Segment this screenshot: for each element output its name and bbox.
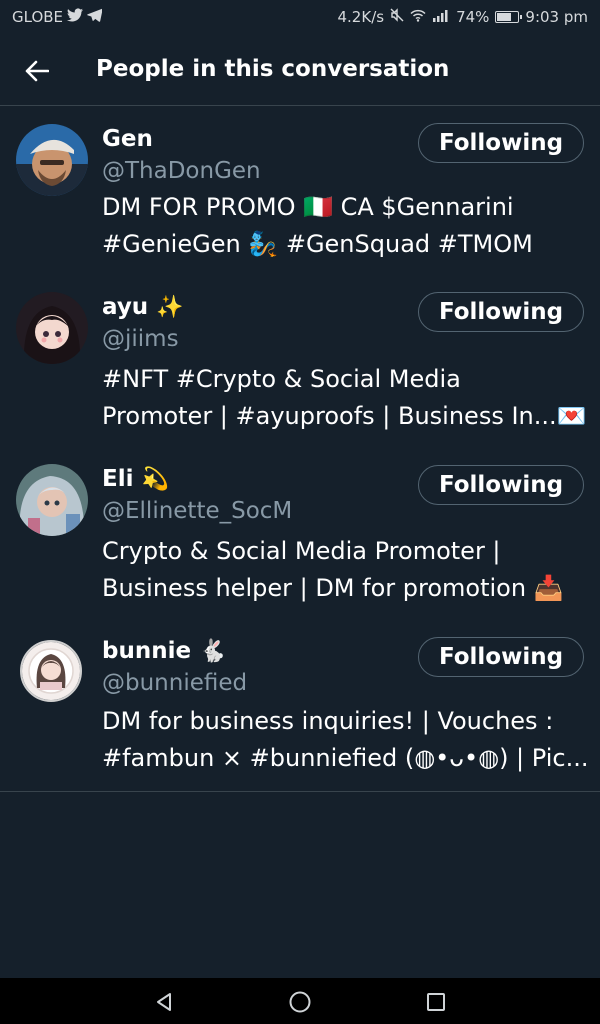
wifi-icon xyxy=(410,9,426,26)
bio-line: Crypto & Social Media Promoter | xyxy=(102,537,501,565)
display-name: bunnie xyxy=(102,638,192,664)
person-row-bunnie[interactable]: bunnie 🐇 @bunniefied Following DM for bu… xyxy=(0,622,600,790)
rabbit-icon: 🐇 xyxy=(199,638,227,664)
avatar[interactable] xyxy=(16,124,88,196)
clock: 9:03 pm xyxy=(525,8,588,26)
telegram-notification-icon xyxy=(87,8,103,26)
following-button[interactable]: Following xyxy=(418,123,584,163)
name-line: bunnie 🐇 xyxy=(102,638,226,664)
person-row-gen[interactable]: Gen @ThaDonGen Following DM FOR PROMO 🇮🇹… xyxy=(0,106,600,278)
twitter-notification-icon xyxy=(67,8,84,26)
name-line: Gen xyxy=(102,126,153,152)
display-name: Eli xyxy=(102,466,134,492)
back-arrow-icon xyxy=(25,60,49,82)
bio-line: #fambun × #bunniefied (◍•ᴗ•◍) | Pic... xyxy=(102,744,588,772)
name-line: Eli 💫 xyxy=(102,466,169,492)
back-button[interactable] xyxy=(16,50,58,92)
username: @ThaDonGen xyxy=(102,158,261,184)
person-row-eli[interactable]: Eli 💫 @Ellinette_SocM Following Crypto &… xyxy=(0,450,600,622)
bio: DM FOR PROMO 🇮🇹 CA $Gennarini #GenieGen … xyxy=(102,189,588,263)
username: @bunniefied xyxy=(102,670,248,696)
avatar[interactable] xyxy=(16,464,88,536)
battery-percent: 74% xyxy=(456,8,490,26)
bio-line: #NFT #Crypto & Social Media xyxy=(102,365,461,393)
nav-back-button[interactable] xyxy=(150,988,178,1016)
display-name: ayu xyxy=(102,294,149,320)
avatar[interactable] xyxy=(20,640,82,702)
username: @Ellinette_SocM xyxy=(102,498,293,524)
following-button[interactable]: Following xyxy=(418,292,584,332)
bio: DM for business inquiries! | Vouches : #… xyxy=(102,703,588,777)
square-recents-icon xyxy=(427,993,445,1011)
carrier-label: GLOBE xyxy=(12,8,64,26)
person-row-ayu[interactable]: ayu ✨ @jiims Following #NFT #Crypto & So… xyxy=(0,278,600,450)
network-speed: 4.2K/s xyxy=(337,8,385,26)
bio-line: #GenieGen 🧞 #GenSquad #TMOM xyxy=(102,230,533,258)
triangle-back-icon xyxy=(157,993,171,1011)
following-button[interactable]: Following xyxy=(418,465,584,505)
sparkles-icon: ✨ xyxy=(156,294,184,320)
following-button[interactable]: Following xyxy=(418,637,584,677)
display-name: Gen xyxy=(102,126,153,152)
status-right: 4.2K/s 74% 9:03 pm xyxy=(338,8,589,26)
dizzy-star-icon: 💫 xyxy=(141,466,169,492)
nav-recents-button[interactable] xyxy=(422,988,450,1016)
list-divider xyxy=(0,791,600,792)
username: @jiims xyxy=(102,326,179,352)
status-bar: GLOBE 4.2K/s 74% 9:03 pm xyxy=(0,0,600,36)
battery-fill xyxy=(497,13,512,21)
circle-home-icon xyxy=(289,991,311,1013)
signal-icon xyxy=(432,9,450,26)
battery-icon xyxy=(495,11,523,23)
bio-line: Promoter | #ayuproofs | Business In...💌 xyxy=(102,402,587,430)
nav-home-button[interactable] xyxy=(286,988,314,1016)
page-title: People in this conversation xyxy=(96,56,450,82)
bio-line: DM for business inquiries! | Vouches : xyxy=(102,707,554,735)
mute-icon xyxy=(390,8,404,26)
system-nav-bar xyxy=(0,978,600,1024)
bio: #NFT #Crypto & Social Media Promoter | #… xyxy=(102,361,588,435)
status-left: GLOBE xyxy=(12,8,103,26)
avatar[interactable] xyxy=(16,292,88,364)
bio-line: Business helper | DM for promotion 📥 xyxy=(102,574,564,602)
name-line: ayu ✨ xyxy=(102,294,184,320)
bio: Crypto & Social Media Promoter | Busines… xyxy=(102,533,588,607)
bio-line: DM FOR PROMO 🇮🇹 CA $Gennarini xyxy=(102,193,514,221)
header: People in this conversation xyxy=(0,36,600,106)
